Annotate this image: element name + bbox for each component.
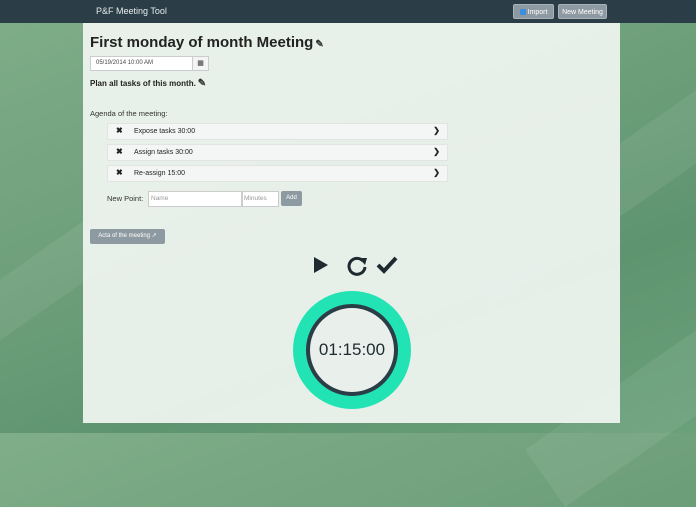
agenda-label: Agenda of the meeting: <box>90 109 168 118</box>
new-meeting-button[interactable]: New Meeting <box>558 4 607 19</box>
remove-icon[interactable]: ✖ <box>116 126 123 135</box>
agenda-item-text: Assign tasks 30:00 <box>134 149 193 156</box>
chevron-right-icon[interactable]: ❯ <box>433 147 440 156</box>
restart-icon[interactable] <box>346 255 368 277</box>
agenda-item[interactable]: ✖ Expose tasks 30:00 ❯ <box>107 123 448 140</box>
agenda-item-text: Re-assign 15:00 <box>134 170 185 177</box>
top-navbar: P&F Meeting Tool Import New Meeting <box>0 0 696 23</box>
meeting-title-text: First monday of month Meeting <box>90 34 314 51</box>
meeting-plan: Plan all tasks of this month. ✎ <box>90 78 206 89</box>
import-button[interactable]: Import <box>513 4 554 19</box>
calendar-icon: ▦ <box>197 60 204 67</box>
play-icon[interactable] <box>312 255 330 275</box>
new-point-label: New Point: <box>107 194 144 203</box>
meeting-title: First monday of month Meeting ✎ <box>90 34 324 51</box>
calendar-button[interactable]: ▦ <box>192 56 209 71</box>
remove-icon[interactable]: ✖ <box>116 168 123 177</box>
chevron-right-icon[interactable]: ❯ <box>433 126 440 135</box>
timer-display: 01:15:00 <box>318 340 386 359</box>
chevron-right-icon[interactable]: ❯ <box>433 168 440 177</box>
import-button-label: Import <box>527 9 548 16</box>
acta-button[interactable]: Acta of the meeting ↗ <box>90 229 165 244</box>
meeting-plan-text: Plan all tasks of this month. <box>90 79 196 88</box>
agenda-item[interactable]: ✖ Re-assign 15:00 ❯ <box>107 165 448 182</box>
timer-face: 01:15:00 <box>306 304 398 396</box>
agenda-item[interactable]: ✖ Assign tasks 30:00 ❯ <box>107 144 448 161</box>
new-point-name-input[interactable]: Name <box>148 191 242 207</box>
acta-button-label: Acta of the meeting <box>98 233 150 239</box>
check-icon[interactable] <box>376 255 398 275</box>
edit-plan-icon[interactable]: ✎ <box>198 78 206 89</box>
import-icon <box>519 9 526 16</box>
new-point-minutes-input[interactable]: Minutes <box>242 191 279 207</box>
remove-icon[interactable]: ✖ <box>116 147 123 156</box>
timer-ring: 01:15:00 <box>293 291 411 409</box>
meeting-datetime-input[interactable]: 05/19/2014 10:00 AM <box>90 56 197 71</box>
edit-title-icon[interactable]: ✎ <box>315 39 323 50</box>
external-link-icon: ↗ <box>151 233 157 239</box>
agenda-item-text: Expose tasks 30:00 <box>134 128 196 135</box>
add-point-button[interactable]: Add <box>281 191 302 206</box>
meeting-panel: First monday of month Meeting ✎ 05/19/201… <box>83 23 620 423</box>
app-brand[interactable]: P&F Meeting Tool <box>96 6 167 16</box>
